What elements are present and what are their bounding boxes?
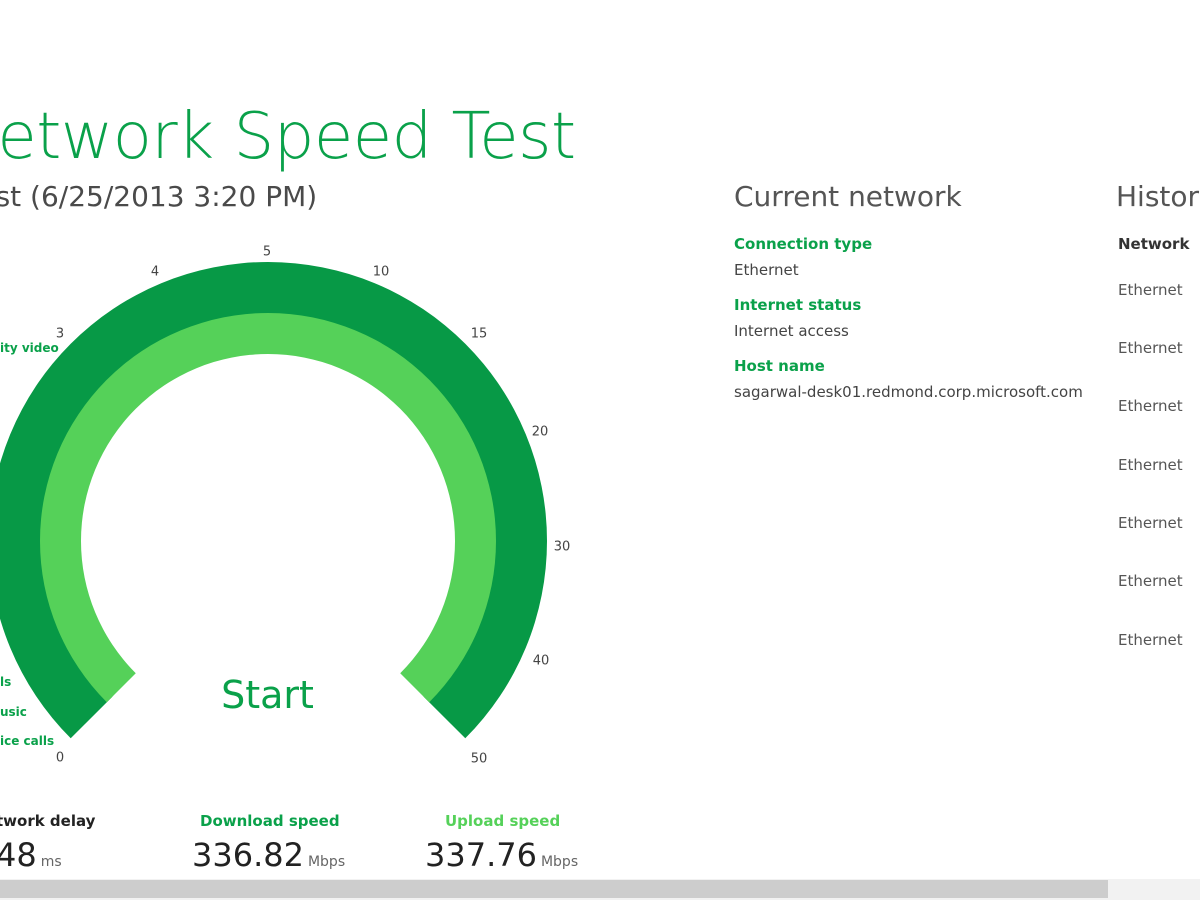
download-speed-metric: Download speed 336.82 Mbps [192, 812, 345, 874]
download-speed-unit: Mbps [307, 854, 346, 870]
quality-label-calls: ls [0, 675, 12, 689]
network-delay-unit: ms [40, 854, 62, 870]
gauge-tick-0: 0 [55, 750, 65, 766]
internet-status-label: Internet status [734, 296, 862, 314]
network-delay-label: twork delay [0, 812, 96, 830]
gauge-tick-20: 20 [531, 424, 549, 440]
history-network-header: Network [1118, 235, 1190, 253]
history-title: History [1116, 180, 1200, 213]
upload-speed-metric: Upload speed 337.76 Mbps [425, 812, 578, 874]
host-name-label: Host name [734, 357, 825, 375]
gauge-tick-50: 50 [470, 751, 488, 767]
current-network-title: Current network [734, 180, 962, 213]
download-speed-value: 336.82 [192, 836, 304, 874]
quality-label-music: usic [0, 705, 27, 719]
quality-label-voice-calls: ice calls [0, 734, 55, 748]
upload-speed-value: 337.76 [425, 836, 537, 874]
gauge-tick-30: 30 [553, 539, 571, 555]
gauge-tick-4: 4 [150, 264, 160, 280]
gauge-tick-3: 3 [55, 326, 65, 342]
host-name-value: sagarwal-desk01.redmond.corp.microsoft.c… [734, 383, 1083, 401]
gauge-tick-5: 5 [262, 244, 272, 260]
internet-status-value: Internet access [734, 322, 849, 340]
speed-test-app: Network Speed Test Test (6/25/2013 3:20 … [0, 0, 1200, 900]
history-row[interactable]: Ethernet [1118, 397, 1183, 415]
history-row[interactable]: Ethernet [1118, 281, 1183, 299]
speed-gauge [0, 262, 547, 739]
upload-speed-label: Upload speed [445, 812, 561, 830]
gauge-tick-10: 10 [372, 264, 390, 280]
network-delay-value: 48 [0, 836, 37, 874]
gauge-tick-40: 40 [532, 653, 550, 669]
connection-type-value: Ethernet [734, 261, 799, 279]
history-row[interactable]: Ethernet [1118, 572, 1183, 590]
download-speed-label: Download speed [200, 812, 340, 830]
start-button[interactable]: Start [200, 667, 335, 723]
history-row[interactable]: Ethernet [1118, 456, 1183, 474]
quality-label-video: ity video [0, 341, 59, 355]
horizontal-scrollbar-thumb[interactable] [0, 880, 1108, 898]
gauge-tick-15: 15 [470, 326, 488, 342]
history-row[interactable]: Ethernet [1118, 514, 1183, 532]
upload-speed-unit: Mbps [540, 854, 579, 870]
history-row[interactable]: Ethernet [1118, 631, 1183, 649]
connection-type-label: Connection type [734, 235, 873, 253]
history-row[interactable]: Ethernet [1118, 339, 1183, 357]
network-delay-metric: twork delay 48 ms [0, 812, 95, 874]
